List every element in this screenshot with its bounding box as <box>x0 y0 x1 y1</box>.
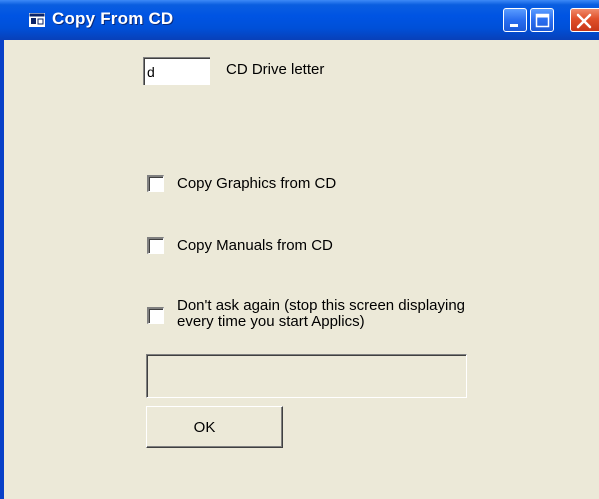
copy-from-cd-window: Copy From CD CD Drive letter Copy Graphi… <box>0 0 599 499</box>
drive-letter-input[interactable] <box>147 63 207 81</box>
drive-letter-field[interactable] <box>142 56 211 86</box>
dialog-body <box>4 40 599 499</box>
maximize-icon <box>535 13 550 28</box>
ok-button[interactable]: OK <box>146 406 283 448</box>
dont-ask-again-label-line2[interactable]: every time you start Applics) <box>177 314 365 330</box>
window-app-icon <box>29 13 45 27</box>
close-button[interactable] <box>570 8 599 32</box>
copy-manuals-checkbox[interactable] <box>147 237 164 254</box>
dont-ask-again-label-line1[interactable]: Don't ask again (stop this screen displa… <box>177 298 465 314</box>
minimize-icon <box>510 24 518 27</box>
minimize-button[interactable] <box>503 8 527 32</box>
maximize-button[interactable] <box>530 8 554 32</box>
window-title: Copy From CD <box>52 9 174 28</box>
copy-progress-bar <box>146 354 467 398</box>
copy-graphics-label[interactable]: Copy Graphics from CD <box>177 176 336 192</box>
copy-manuals-label[interactable]: Copy Manuals from CD <box>177 238 333 254</box>
close-icon <box>576 13 592 29</box>
dont-ask-again-checkbox[interactable] <box>147 307 164 324</box>
copy-graphics-checkbox[interactable] <box>147 175 164 192</box>
ok-button-label: OK <box>193 419 216 436</box>
drive-letter-label: CD Drive letter <box>226 61 325 78</box>
title-bar[interactable]: Copy From CD <box>0 0 599 40</box>
